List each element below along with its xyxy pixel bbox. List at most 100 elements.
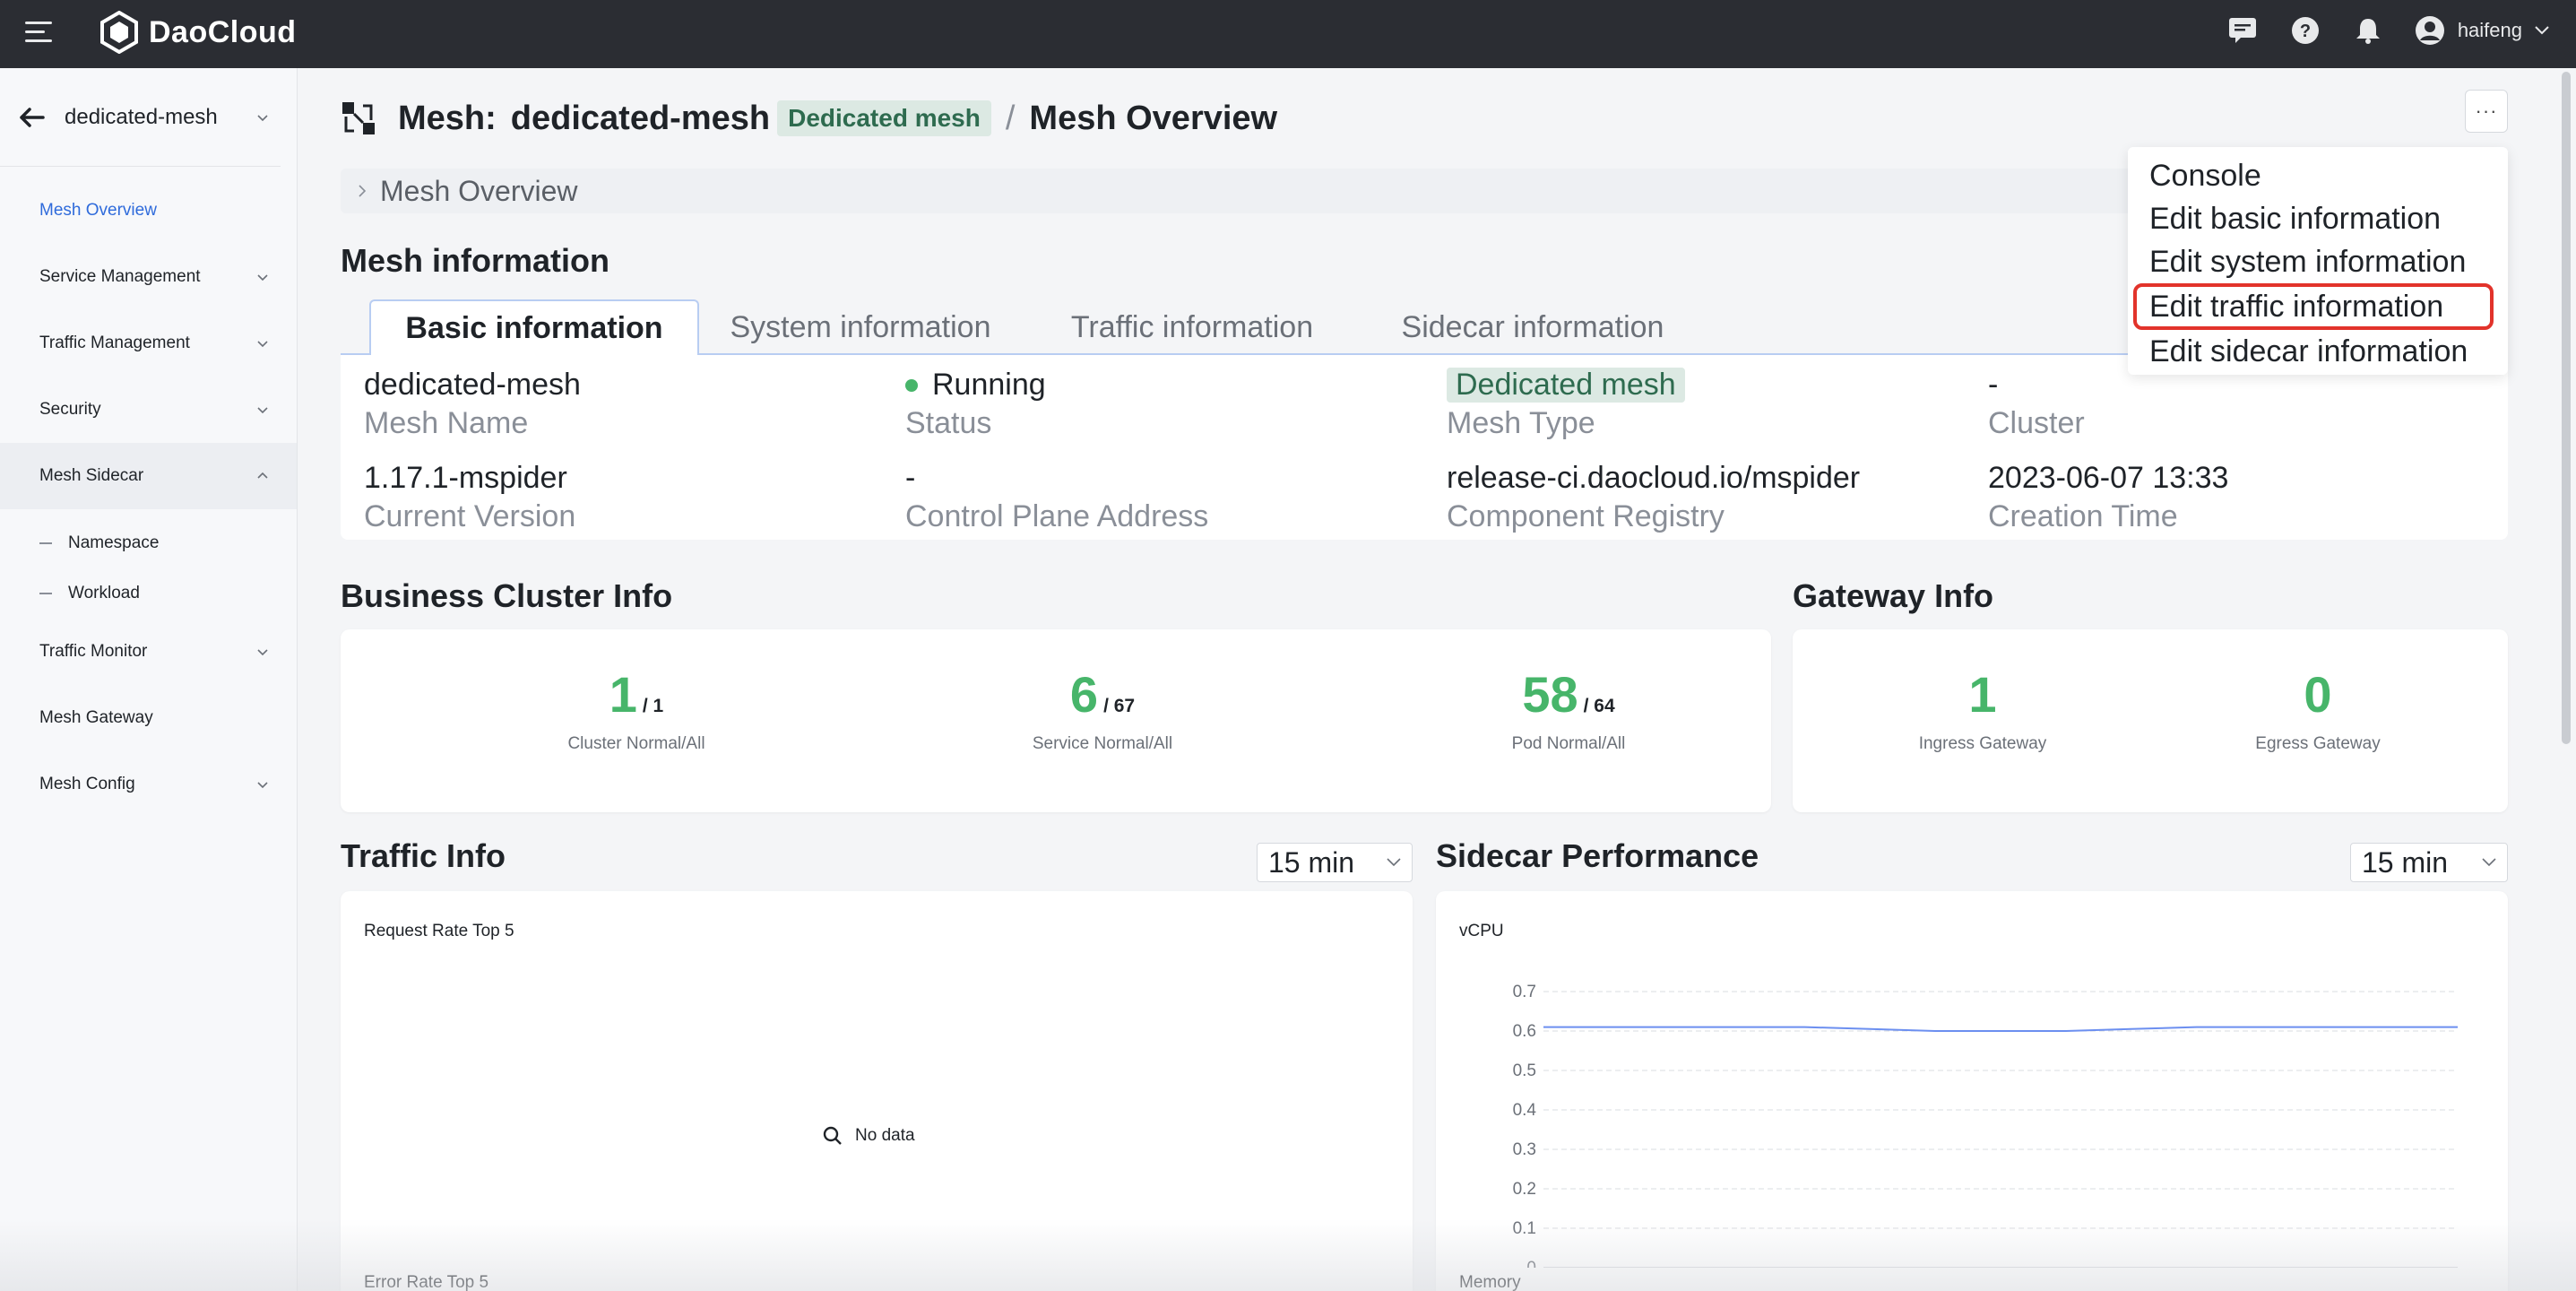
field-value: dedicated-mesh xyxy=(364,368,581,402)
sidebar-item-mesh-config[interactable]: Mesh Config xyxy=(0,751,297,818)
mesh-selector[interactable]: dedicated-mesh xyxy=(65,105,255,130)
menu-item-edit-system-information[interactable]: Edit system information xyxy=(2128,240,2508,283)
tab-basic-information[interactable]: Basic information xyxy=(369,299,699,357)
chevron-down-icon xyxy=(257,649,268,656)
no-data: No data xyxy=(823,1126,915,1146)
user-menu[interactable]: haifeng xyxy=(2415,15,2549,46)
business-cluster-card: 1/ 1 Cluster Normal/All 6/ 67 Service No… xyxy=(341,629,1771,812)
more-actions-button[interactable]: ··· xyxy=(2465,90,2508,133)
sidebar-item-label: Security xyxy=(39,400,101,419)
y-tick-label: 0.2 xyxy=(1513,1180,1536,1199)
stat-number: 6 xyxy=(1069,666,1099,723)
no-data-text: No data xyxy=(855,1126,915,1145)
y-tick-label: 0 xyxy=(1526,1259,1536,1268)
gateway-card: 1 Ingress Gateway 0 Egress Gateway xyxy=(1793,629,2508,812)
y-tick-label: 0.5 xyxy=(1513,1061,1536,1080)
sidebar-item-label: Mesh Overview xyxy=(39,201,157,220)
mesh-type-badge: Dedicated mesh xyxy=(777,100,991,136)
back-arrow-icon[interactable] xyxy=(16,101,48,134)
field-label: Control Plane Address xyxy=(905,499,1209,533)
sidecar-range-select[interactable]: 15 min xyxy=(2350,843,2508,882)
mesh-icon xyxy=(342,102,375,134)
info-control-plane-address: - Control Plane Address xyxy=(905,461,1208,534)
sidebar-item-label: Service Management xyxy=(39,267,201,286)
y-tick-label: 0.7 xyxy=(1513,983,1536,1001)
vcpu-series-line xyxy=(1543,1026,2458,1032)
info-creation-time: 2023-06-07 13:33 Creation Time xyxy=(1988,461,2228,534)
y-tick-label: 0.3 xyxy=(1513,1140,1536,1159)
sidebar-header: dedicated-mesh xyxy=(0,68,281,167)
sidebar-item-label: Mesh Config xyxy=(39,775,135,793)
stat-caption: Cluster Normal/All xyxy=(567,734,705,753)
chevron-down-icon[interactable] xyxy=(255,110,270,125)
vcpu-line-chart: 00.10.20.30.40.50.60.72023-07-26 14:0114… xyxy=(1513,983,2458,1268)
menu-item-edit-sidecar-information[interactable]: Edit sidecar information xyxy=(2128,330,2508,373)
sidebar-item-mesh-gateway[interactable]: Mesh Gateway xyxy=(0,685,297,751)
field-label: Creation Time xyxy=(1988,499,2178,533)
basic-info-card: dedicated-mesh Mesh Name Running Status … xyxy=(341,355,2508,540)
breadcrumb-separator: / xyxy=(1005,99,1016,137)
sidebar-item-service-management[interactable]: Service Management xyxy=(0,244,297,310)
request-rate-label: Request Rate Top 5 xyxy=(364,922,514,940)
traffic-range-select[interactable]: 15 min xyxy=(1257,843,1413,882)
sidecar-chart-card: vCPU 00.10.20.30.40.50.60.72023-07-26 14… xyxy=(1436,891,2508,1291)
memory-label: Memory xyxy=(1459,1273,1521,1291)
stat-number: 58 xyxy=(1522,666,1578,723)
stat-total: / 67 xyxy=(1103,696,1136,716)
chevron-up-icon xyxy=(257,472,268,479)
stat-total: / 64 xyxy=(1583,696,1615,716)
field-value: 2023-06-07 13:33 xyxy=(1988,461,2229,495)
field-label: Component Registry xyxy=(1447,499,1725,533)
chevron-down-icon xyxy=(257,341,268,348)
y-tick-label: 0.6 xyxy=(1513,1022,1536,1041)
chat-icon[interactable] xyxy=(2226,14,2259,47)
stat-caption: Egress Gateway xyxy=(2255,734,2381,753)
sidebar: dedicated-mesh Mesh Overview Service Man… xyxy=(0,68,298,1291)
sidebar-item-security[interactable]: Security xyxy=(0,377,297,443)
chevron-down-icon xyxy=(257,782,268,789)
more-actions-menu: Console Edit basic information Edit syst… xyxy=(2128,147,2508,375)
sidebar-subitem-workload[interactable]: Workload xyxy=(0,568,297,619)
menu-icon[interactable] xyxy=(25,22,52,45)
chevron-down-icon xyxy=(2535,26,2549,35)
tab-system-information[interactable]: System information xyxy=(717,299,1004,355)
service-stat: 6/ 67 Service Normal/All xyxy=(968,665,1237,754)
traffic-chart-card: Request Rate Top 5 No data Error Rate To… xyxy=(341,891,1413,1291)
mesh-information-title: Mesh information xyxy=(341,242,610,279)
page-scrollbar[interactable] xyxy=(2562,72,2571,744)
collapse-label: Mesh Overview xyxy=(380,174,578,207)
stat-number: 1 xyxy=(609,666,637,723)
business-cluster-title: Business Cluster Info xyxy=(341,577,673,614)
info-mesh-name: dedicated-mesh Mesh Name xyxy=(364,368,581,441)
sidebar-item-mesh-sidecar[interactable]: Mesh Sidecar xyxy=(0,443,297,509)
field-value: - xyxy=(905,461,916,495)
help-icon[interactable]: ? xyxy=(2289,14,2321,47)
y-tick-label: 0.4 xyxy=(1513,1101,1537,1120)
page-name: Mesh Overview xyxy=(1029,99,1278,137)
select-value: 15 min xyxy=(1268,845,1355,879)
error-rate-label: Error Rate Top 5 xyxy=(364,1273,489,1291)
info-status: Running Status xyxy=(905,368,1046,441)
sidebar-item-traffic-monitor[interactable]: Traffic Monitor xyxy=(0,619,297,685)
sidebar-item-mesh-overview[interactable]: Mesh Overview xyxy=(0,178,297,244)
chevron-down-icon xyxy=(1387,858,1401,867)
title-prefix: Mesh: xyxy=(398,99,497,137)
sidebar-item-label: Workload xyxy=(68,584,140,602)
sidebar-item-label: Traffic Monitor xyxy=(39,642,148,661)
tab-sidecar-information[interactable]: Sidecar information xyxy=(1380,299,1685,355)
sidebar-subitem-namespace[interactable]: Namespace xyxy=(0,518,297,568)
y-tick-label: 0.1 xyxy=(1513,1219,1536,1238)
menu-item-edit-traffic-information[interactable]: Edit traffic information xyxy=(2133,283,2494,330)
menu-item-edit-basic-information[interactable]: Edit basic information xyxy=(2128,197,2508,240)
tab-traffic-information[interactable]: Traffic information xyxy=(1058,299,1327,355)
ingress-stat: 1 Ingress Gateway xyxy=(1866,665,2099,754)
menu-item-console[interactable]: Console xyxy=(2128,154,2508,197)
bell-icon[interactable] xyxy=(2352,14,2384,47)
chevron-down-icon xyxy=(257,407,268,414)
brand-name: DaoCloud xyxy=(149,14,297,49)
chevron-down-icon xyxy=(257,274,268,282)
field-label: Mesh Name xyxy=(364,406,529,440)
field-label: Cluster xyxy=(1988,406,2085,440)
sidebar-item-traffic-management[interactable]: Traffic Management xyxy=(0,310,297,377)
logo[interactable]: DaoCloud xyxy=(99,11,297,54)
